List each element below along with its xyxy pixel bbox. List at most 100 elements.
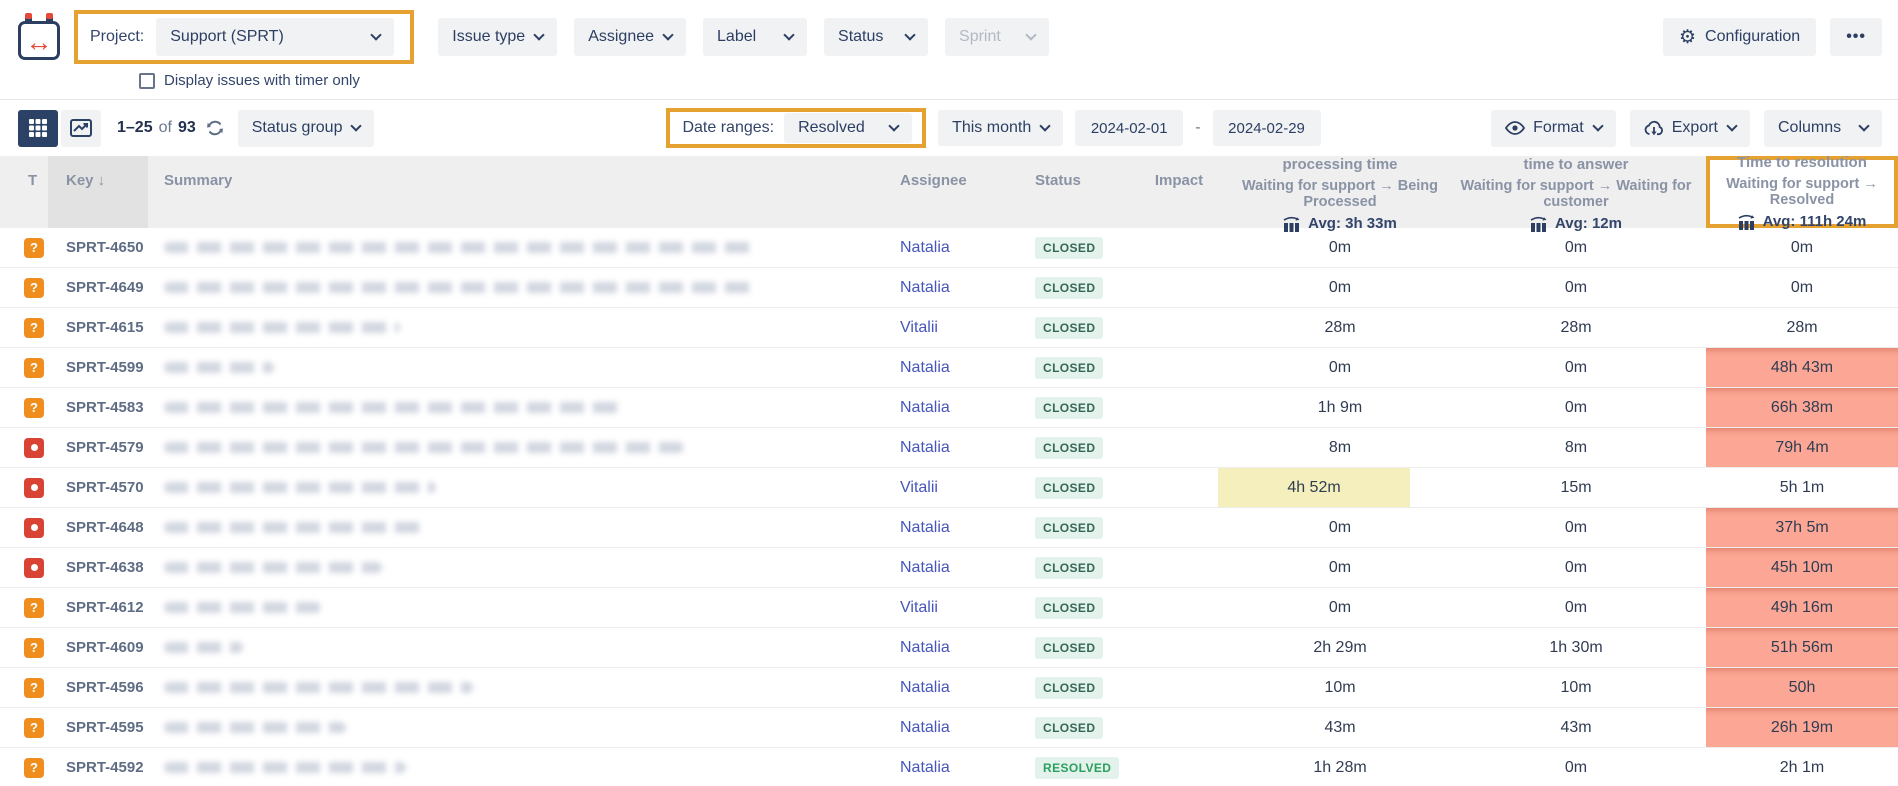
processing-time-cell: 4h 52m (1218, 468, 1446, 507)
assignee-link[interactable]: Natalia (900, 719, 950, 737)
date-to-input[interactable] (1212, 110, 1321, 146)
processing-time-cell: 2h 29m (1313, 638, 1367, 656)
table-row: ? SPRT-4609 Natalia CLOSED 2h 29m 1h 30m 51h 5… (0, 628, 1898, 668)
time-to-answer-cell: 0m (1564, 278, 1588, 296)
grid-view-button[interactable] (18, 109, 58, 147)
summary-blurred (164, 402, 624, 413)
time-to-answer-cell: 0m (1564, 598, 1588, 616)
time-to-answer-cell: 8m (1564, 438, 1588, 456)
issue-key[interactable]: SPRT-4583 (48, 388, 148, 427)
assignee-link[interactable]: Vitalii (900, 479, 938, 497)
issue-key[interactable]: SPRT-4612 (48, 588, 148, 627)
issue-key[interactable]: SPRT-4609 (48, 628, 148, 667)
refresh-button[interactable] (206, 119, 224, 137)
assignee-link[interactable]: Natalia (900, 679, 950, 697)
issue-key[interactable]: SPRT-4579 (48, 428, 148, 467)
table-row: SPRT-4579 Natalia CLOSED 8m 8m 79h 4m (0, 428, 1898, 468)
summary-blurred (164, 242, 754, 253)
time-to-resolution-cell: 49h 16m (1706, 588, 1898, 627)
assignee-dropdown[interactable]: Assignee (574, 18, 687, 56)
status-dropdown[interactable]: Status (824, 18, 929, 56)
issue-key[interactable]: SPRT-4615 (48, 308, 148, 347)
impact-cell (1124, 388, 1234, 427)
project-dropdown[interactable]: Support (SPRT) (156, 18, 395, 56)
period-dropdown[interactable]: This month (938, 110, 1064, 146)
sprint-filter-label: Sprint (959, 28, 1001, 45)
assignee-link[interactable]: Natalia (900, 399, 950, 417)
issue-key[interactable]: SPRT-4638 (48, 548, 148, 587)
issue-type-dropdown[interactable]: Issue type (438, 18, 558, 56)
time-to-answer-cell: 0m (1564, 398, 1588, 416)
export-dropdown[interactable]: Export (1629, 109, 1750, 147)
issue-key[interactable]: SPRT-4570 (48, 468, 148, 507)
columns-label: Columns (1778, 119, 1842, 136)
issue-key[interactable]: SPRT-4599 (48, 348, 148, 387)
impact-cell (1124, 348, 1234, 387)
impact-cell (1124, 628, 1234, 667)
chart-view-button[interactable] (61, 109, 101, 147)
time-to-answer-cell: 10m (1560, 678, 1592, 696)
date-from-input[interactable] (1075, 110, 1184, 146)
assignee-link[interactable]: Natalia (900, 559, 950, 577)
table-row: ? SPRT-4583 Natalia CLOSED 1h 9m 0m 66h 38m (0, 388, 1898, 428)
time-to-answer-cell: 0m (1564, 558, 1588, 576)
chevron-down-icon (1858, 120, 1870, 132)
issue-key[interactable]: SPRT-4595 (48, 708, 148, 747)
assignee-link[interactable]: Vitalii (900, 319, 938, 337)
columns-dropdown[interactable]: Columns (1764, 109, 1882, 147)
time-to-resolution-cell: 66h 38m (1706, 388, 1898, 427)
col-header-time-to-resolution highlight-box-resolution: Time to resolution Waiting for support →… (1706, 154, 1898, 230)
table-row: ? SPRT-4596 Natalia CLOSED 10m 10m 50h (0, 668, 1898, 708)
export-label: Export (1671, 119, 1718, 136)
timer-only-checkbox[interactable] (139, 72, 155, 89)
more-actions-button[interactable]: ••• (1830, 18, 1882, 56)
time-to-answer-cell: 43m (1560, 718, 1592, 736)
assignee-link[interactable]: Natalia (900, 439, 950, 457)
issue-key[interactable]: SPRT-4596 (48, 668, 148, 707)
processing-time-cell: 1h 9m (1317, 398, 1363, 416)
processing-time-cell: 0m (1328, 358, 1352, 376)
assignee-link[interactable]: Vitalii (900, 599, 938, 617)
assignee-link[interactable]: Natalia (900, 279, 950, 297)
project-value: Support (SPRT) (170, 28, 284, 45)
time-to-answer-cell: 0m (1564, 358, 1588, 376)
status-badge: CLOSED (1035, 236, 1104, 259)
assignee-link[interactable]: Natalia (900, 519, 950, 537)
col-header-impact: Impact (1154, 172, 1204, 189)
time-to-resolution-cell: 26h 19m (1706, 708, 1898, 747)
impact-cell (1124, 508, 1234, 547)
sprint-dropdown: Sprint (945, 18, 1050, 56)
format-dropdown[interactable]: Format (1491, 109, 1616, 147)
date-ranges-dropdown[interactable]: Resolved (784, 113, 913, 143)
impact-cell (1124, 668, 1234, 707)
refresh-icon (206, 120, 223, 136)
line-chart-icon (70, 119, 92, 137)
col-header-key[interactable]: Key ↓ (48, 156, 148, 228)
question-issue-type-icon: ? (24, 597, 44, 618)
assignee-link[interactable]: Natalia (900, 639, 950, 657)
project-label: Project: (90, 28, 145, 45)
assignee-link[interactable]: Natalia (900, 359, 950, 377)
summary-blurred (164, 642, 243, 653)
configuration-button[interactable]: ⚙ Configuration (1662, 18, 1817, 56)
eye-icon (1505, 121, 1526, 135)
chevron-down-icon (904, 29, 916, 41)
chevron-down-icon (1592, 120, 1604, 132)
summary-blurred (164, 522, 424, 533)
issue-key[interactable]: SPRT-4649 (48, 268, 148, 307)
assignee-link[interactable]: Natalia (900, 759, 950, 777)
issue-key[interactable]: SPRT-4650 (48, 228, 148, 267)
time-to-resolution-cell: 45h 10m (1706, 548, 1898, 587)
status-group-dropdown[interactable]: Status group (237, 109, 375, 147)
status-filter-label: Status (838, 28, 884, 45)
report-toolbar: 1–25 of 93 Status group Date ranges: Res… (0, 100, 1898, 156)
chevron-down-icon (783, 29, 795, 41)
time-to-resolution-cell: 28m (1786, 318, 1818, 336)
label-dropdown[interactable]: Label (703, 18, 808, 56)
time-to-resolution-cell: 0m (1790, 238, 1814, 256)
assignee-link[interactable]: Natalia (900, 239, 950, 257)
sort-desc-icon: ↓ (97, 172, 106, 189)
issue-key[interactable]: SPRT-4648 (48, 508, 148, 547)
processing-time-highlight: 4h 52m (1218, 468, 1410, 507)
issue-key[interactable]: SPRT-4592 (48, 748, 148, 786)
